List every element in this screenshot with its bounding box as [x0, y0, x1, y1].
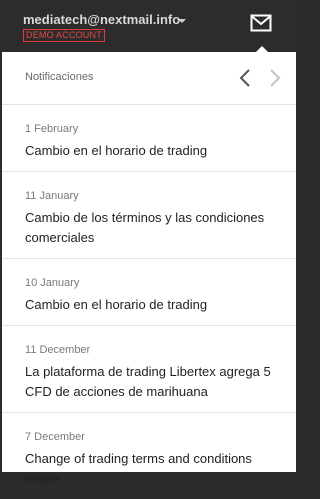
panel-header: Notificaciones — [2, 52, 296, 105]
notification-title: Cambio en el horario de trading — [25, 297, 208, 312]
notification-date: 11 December — [25, 344, 91, 356]
notification-item[interactable]: 7 December Change of trading terms and c… — [2, 413, 296, 499]
demo-account-badge: DEMO ACCOUNT — [23, 29, 105, 42]
chevron-right-icon[interactable] — [268, 68, 282, 88]
account-email[interactable]: mediatech@nextmail.info — [23, 12, 180, 27]
notification-title: Cambio en el horario de trading — [25, 143, 208, 158]
envelope-icon[interactable] — [250, 14, 272, 32]
top-bar: mediatech@nextmail.info DEMO ACCOUNT — [0, 0, 298, 52]
notifications-panel: Notificaciones 1 February Cambio en el h… — [2, 46, 296, 486]
notification-item[interactable]: 1 February Cambio en el horario de tradi… — [2, 105, 296, 172]
notification-date: 10 January — [25, 277, 80, 289]
chevron-left-icon[interactable] — [238, 68, 252, 88]
notification-date: 7 December — [25, 431, 85, 443]
notification-title: Change of trading terms and conditions n… — [25, 451, 252, 486]
notification-title: La plataforma de trading Libertex agrega… — [25, 364, 271, 399]
panel-title: Notificaciones — [25, 71, 94, 83]
notification-title: Cambio de los términos y las condiciones… — [25, 210, 265, 245]
notification-item[interactable]: 11 January Cambio de los términos y las … — [2, 172, 296, 259]
notification-date: 11 January — [25, 190, 79, 202]
caret-down-icon[interactable] — [178, 19, 186, 23]
notification-item[interactable]: 11 December La plataforma de trading Lib… — [2, 326, 296, 413]
notification-date: 1 February — [25, 123, 79, 135]
notification-item[interactable]: 10 January Cambio en el horario de tradi… — [2, 259, 296, 326]
